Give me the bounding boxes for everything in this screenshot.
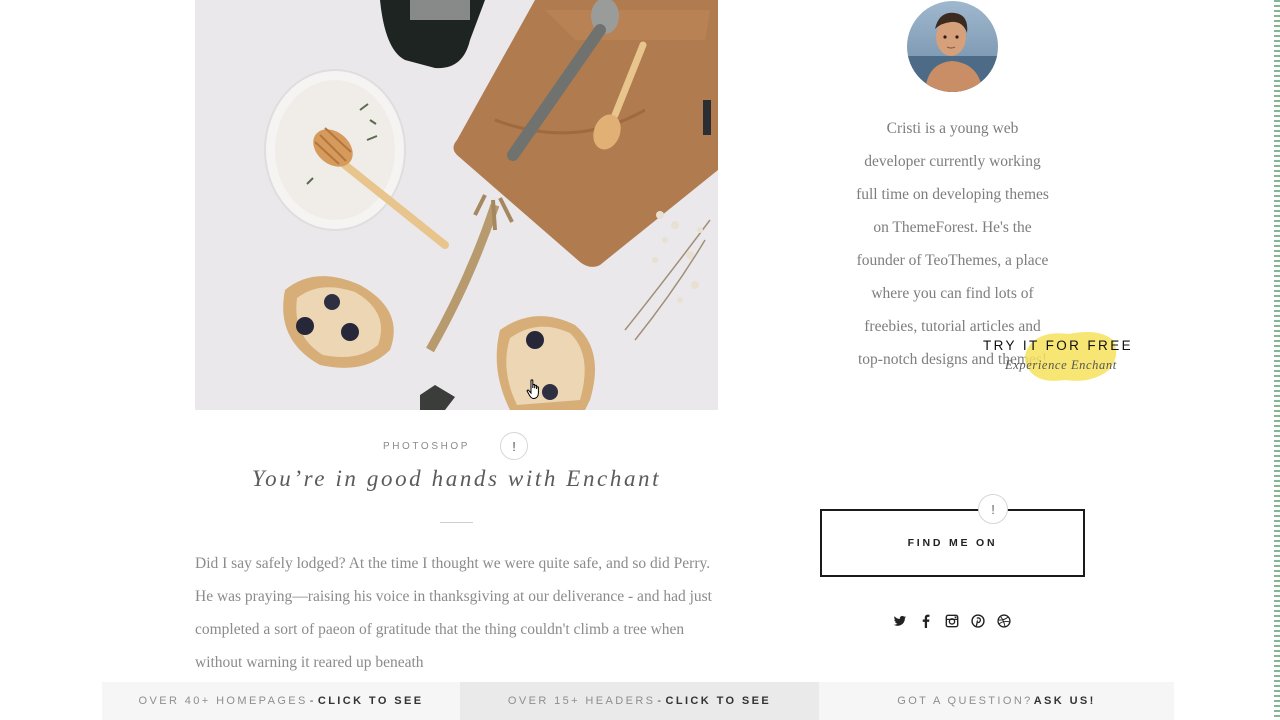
try-it-free-subtitle: Experience Enchant [1005, 358, 1117, 372]
post-featured-image[interactable] [195, 0, 718, 410]
social-links [893, 612, 1011, 630]
twitter-icon[interactable] [893, 614, 907, 628]
headers-link-cta: CLICK TO SEE [665, 695, 772, 707]
hand-cursor-icon [526, 379, 539, 399]
post-excerpt: Did I say safely lodged? At the time I t… [195, 555, 712, 671]
find-me-badge: ! [978, 494, 1008, 524]
post-title[interactable]: You’re in good hands with Enchant [195, 466, 718, 492]
bottom-promo-bar: OVER 40+ HOMEPAGES - CLICK TO SEE OVER 1… [102, 682, 1174, 720]
dribbble-icon[interactable] [997, 614, 1011, 628]
try-it-free-badge[interactable]: TRY IT FOR FREE Experience Enchant [983, 332, 1163, 381]
page-margin-left [0, 0, 102, 720]
find-me-label: FIND ME ON [907, 537, 998, 549]
headers-link-text: OVER 15+ HEADERS [507, 695, 656, 707]
ask-us-link-cta: ASK US! [1033, 695, 1096, 707]
homepages-link-dash: - [309, 695, 316, 707]
highlight-splash [1025, 332, 1117, 381]
pinterest-icon[interactable] [971, 614, 985, 628]
homepages-link-text: OVER 40+ HOMEPAGES [138, 695, 308, 707]
facebook-icon[interactable] [919, 614, 933, 628]
homepages-link-cta: CLICK TO SEE [317, 695, 424, 707]
author-avatar [907, 1, 998, 92]
page-margin-right [1174, 0, 1280, 720]
try-it-free-title[interactable]: TRY IT FOR FREE [983, 338, 1133, 353]
title-divider [440, 522, 473, 523]
ask-us-link-text: GOT A QUESTION? [897, 695, 1033, 707]
homepages-link[interactable]: OVER 40+ HOMEPAGES - CLICK TO SEE [102, 682, 460, 720]
ask-us-link[interactable]: GOT A QUESTION? ASK US! [819, 682, 1174, 720]
post-category-label[interactable]: PHOTOSHOP [195, 441, 718, 452]
find-me-widget: FIND ME ON [820, 509, 1085, 577]
post-category-row: PHOTOSHOP ! [195, 432, 718, 460]
window-edge [1274, 0, 1280, 720]
headers-link[interactable]: OVER 15+ HEADERS - CLICK TO SEE [460, 682, 819, 720]
post-format-badge: ! [500, 432, 528, 460]
instagram-icon[interactable] [945, 614, 959, 628]
headers-link-dash: - [657, 695, 664, 707]
